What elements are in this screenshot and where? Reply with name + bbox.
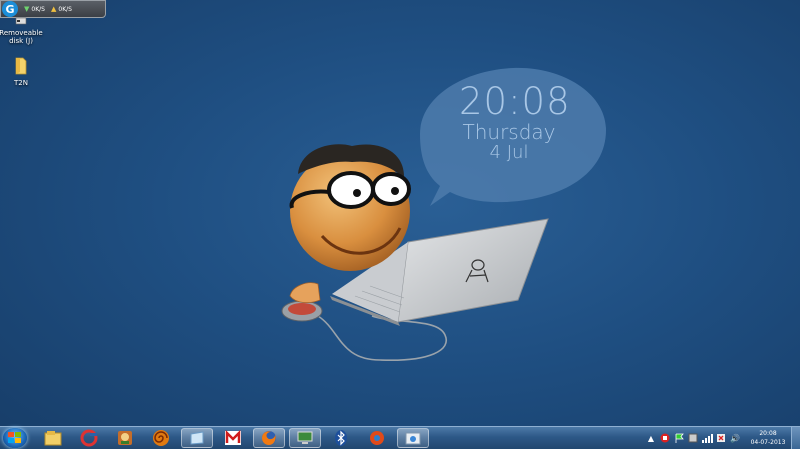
taskbar-mcafee[interactable] bbox=[217, 428, 249, 448]
spiral-app-icon bbox=[153, 430, 169, 446]
m-logo-icon bbox=[225, 430, 241, 445]
tray-volume[interactable]: 🔊 bbox=[729, 430, 741, 446]
tray-safely-remove[interactable] bbox=[715, 430, 727, 446]
clock-day: Thursday bbox=[462, 120, 556, 144]
start-button[interactable] bbox=[3, 428, 27, 448]
taskbar-game[interactable] bbox=[109, 428, 141, 448]
speaker-icon: 🔊 bbox=[730, 433, 740, 443]
clock-time: 20:08 bbox=[459, 80, 571, 123]
firefox-icon bbox=[262, 431, 276, 445]
taskbar-window-app[interactable] bbox=[181, 428, 213, 448]
taskbar-control-panel[interactable] bbox=[397, 428, 429, 448]
taskbar-bluetooth[interactable] bbox=[325, 428, 357, 448]
tray-flag[interactable] bbox=[673, 430, 685, 446]
taskbar-spiral-app[interactable] bbox=[145, 428, 177, 448]
tray-network[interactable] bbox=[701, 430, 713, 446]
antivirus-icon bbox=[660, 433, 670, 443]
action-center-flag-icon bbox=[675, 433, 684, 443]
desktop: G ▼ 0K/S ▲ 0K/S Removeable disk (J) T2N bbox=[0, 0, 800, 426]
taskbar-time: 20:08 bbox=[759, 430, 777, 437]
bluetooth-icon bbox=[335, 430, 347, 446]
tray-device[interactable] bbox=[687, 430, 699, 446]
taskbar: ▲ 🔊 20:08 04-07-2013 bbox=[0, 426, 800, 449]
tray-antivirus[interactable] bbox=[659, 430, 671, 446]
browser-icon bbox=[370, 431, 384, 445]
show-hidden-icons-button[interactable]: ▲ bbox=[647, 430, 655, 446]
clock-widget: 20:08 Thursday 4 Jul bbox=[459, 80, 571, 164]
network-signal-icon bbox=[702, 434, 713, 443]
chevron-up-icon: ▲ bbox=[647, 433, 655, 443]
taskbar-explorer[interactable] bbox=[37, 428, 69, 448]
monitor-app-icon bbox=[297, 431, 313, 444]
clock-date: 4 Jul bbox=[489, 142, 529, 163]
taskbar-browser[interactable] bbox=[361, 428, 393, 448]
safely-remove-icon bbox=[717, 434, 725, 442]
ccleaner-icon bbox=[80, 429, 98, 447]
folder-libraries-icon bbox=[44, 431, 62, 446]
windows-logo-icon bbox=[8, 432, 21, 443]
game-icon bbox=[118, 431, 132, 445]
taskbar-monitor-app[interactable] bbox=[289, 428, 321, 448]
show-desktop-button[interactable] bbox=[791, 427, 800, 449]
taskbar-firefox[interactable] bbox=[253, 428, 285, 448]
window-app-icon bbox=[190, 431, 204, 445]
taskbar-date: 04-07-2013 bbox=[750, 439, 786, 446]
wallpaper-illustration bbox=[281, 67, 606, 361]
taskbar-ccleaner[interactable] bbox=[73, 428, 105, 448]
control-panel-icon bbox=[405, 432, 421, 445]
device-icon bbox=[688, 433, 698, 443]
taskbar-clock[interactable]: 20:08 04-07-2013 bbox=[746, 429, 790, 447]
